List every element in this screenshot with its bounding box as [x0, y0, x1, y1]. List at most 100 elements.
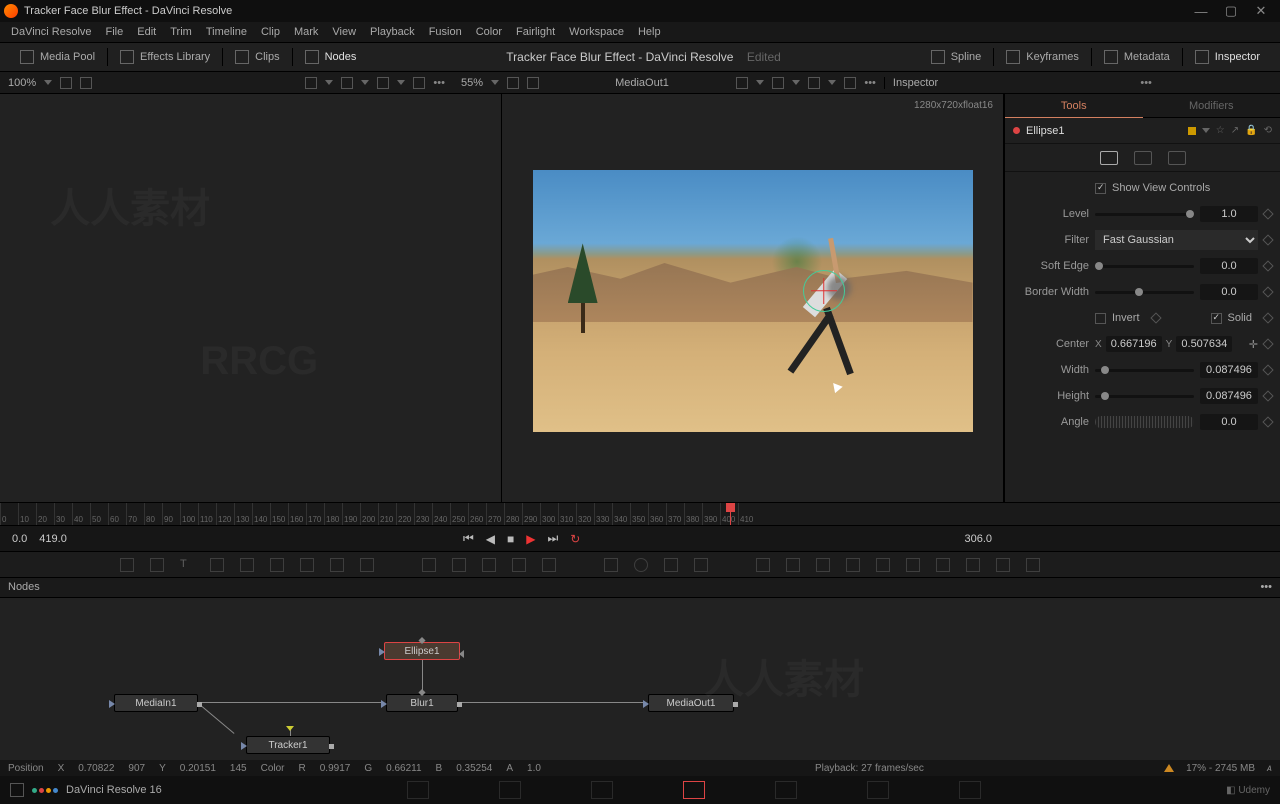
menu-item[interactable]: Help — [631, 26, 668, 38]
menu-item[interactable]: Trim — [163, 26, 199, 38]
tool-icon[interactable] — [906, 558, 920, 572]
ruler-tick[interactable]: 200 — [360, 503, 378, 525]
keyframe-icon[interactable] — [1262, 390, 1273, 401]
nodes-flow[interactable]: MediaIn1 Tracker1 Ellipse1 Blur1 MediaOu… — [0, 598, 1280, 760]
keyframe-icon[interactable] — [1262, 234, 1273, 245]
ruler-tick[interactable]: 0 — [0, 503, 18, 525]
level-slider[interactable] — [1095, 213, 1194, 216]
ruler-tick[interactable]: 190 — [342, 503, 360, 525]
tab-keyframes[interactable]: Keyframes — [996, 50, 1089, 64]
tool-poly-icon[interactable] — [664, 558, 678, 572]
tool-icon[interactable] — [210, 558, 224, 572]
tool-icon[interactable] — [120, 558, 134, 572]
ruler-tick[interactable]: 120 — [216, 503, 234, 525]
image-tab-icon[interactable] — [1134, 151, 1152, 165]
ruler-tick[interactable]: 330 — [594, 503, 612, 525]
step-back-button[interactable]: ◀ — [486, 532, 495, 546]
viewer-grid-icon[interactable] — [736, 77, 748, 89]
tab-metadata[interactable]: Metadata — [1094, 50, 1180, 64]
viewer-channel-icon[interactable] — [772, 77, 784, 89]
ruler-tick[interactable]: 230 — [414, 503, 432, 525]
tool-icon[interactable] — [816, 558, 830, 572]
tab-media-pool[interactable]: Media Pool — [10, 43, 105, 71]
ruler-tick[interactable]: 60 — [108, 503, 126, 525]
ruler-tick[interactable]: 50 — [90, 503, 108, 525]
tool-icon[interactable] — [756, 558, 770, 572]
keyframe-icon[interactable] — [1262, 286, 1273, 297]
viewer-opt-icon[interactable] — [80, 77, 92, 89]
ruler-tick[interactable]: 10 — [18, 503, 36, 525]
ruler-tick[interactable]: 350 — [630, 503, 648, 525]
right-viewer[interactable]: 1280x720xfloat16 — [502, 94, 1004, 502]
menu-item[interactable]: Workspace — [562, 26, 631, 38]
settings-tab-icon[interactable] — [1168, 151, 1186, 165]
ruler-tick[interactable]: 380 — [684, 503, 702, 525]
right-viewer-zoom[interactable]: 55% — [461, 77, 483, 89]
center-x-value[interactable]: 0.667196 — [1106, 336, 1162, 352]
chevron-down-icon[interactable] — [792, 80, 800, 85]
chevron-down-icon[interactable] — [325, 80, 333, 85]
tool-icon[interactable] — [936, 558, 950, 572]
tool-icon[interactable] — [786, 558, 800, 572]
left-viewer-zoom[interactable]: 100% — [8, 77, 36, 89]
tool-icon[interactable] — [512, 558, 526, 572]
ruler-tick[interactable]: 110 — [198, 503, 216, 525]
tool-text-icon[interactable]: T — [180, 558, 194, 572]
page-fusion[interactable] — [683, 781, 705, 799]
ruler-tick[interactable]: 270 — [486, 503, 504, 525]
home-button[interactable] — [10, 783, 24, 797]
chevron-down-icon[interactable] — [361, 80, 369, 85]
border-width-value[interactable]: 0.0 — [1200, 284, 1258, 300]
ruler-tick[interactable]: 180 — [324, 503, 342, 525]
tab-spline[interactable]: Spline — [921, 50, 992, 64]
invert-checkbox[interactable] — [1095, 313, 1106, 324]
ruler-tick[interactable]: 150 — [270, 503, 288, 525]
tool-icon[interactable] — [452, 558, 466, 572]
goto-end-button[interactable]: ⏭ — [547, 531, 558, 546]
current-frame[interactable]: 306.0 — [964, 533, 992, 545]
chevron-down-icon[interactable] — [397, 80, 405, 85]
ruler-tick[interactable]: 130 — [234, 503, 252, 525]
ruler-tick[interactable]: 140 — [252, 503, 270, 525]
ruler-tick[interactable]: 170 — [306, 503, 324, 525]
menu-item[interactable]: Clip — [254, 26, 287, 38]
tab-effects-library[interactable]: Effects Library — [110, 43, 220, 71]
playhead[interactable] — [730, 503, 731, 525]
play-button[interactable]: ▶ — [526, 532, 535, 546]
keyframe-icon[interactable] — [1262, 416, 1273, 427]
ruler-tick[interactable]: 210 — [378, 503, 396, 525]
node-color-swatch[interactable] — [1188, 127, 1196, 135]
version-icon[interactable]: ↗ — [1231, 125, 1239, 136]
chevron-down-icon[interactable] — [491, 80, 499, 85]
chevron-down-icon[interactable] — [828, 80, 836, 85]
warning-icon[interactable] — [1164, 764, 1174, 772]
lock-icon[interactable]: 🔒 — [1245, 125, 1257, 136]
ruler-tick[interactable]: 100 — [180, 503, 198, 525]
menu-item[interactable]: View — [325, 26, 363, 38]
ruler-tick[interactable]: 340 — [612, 503, 630, 525]
ruler-tick[interactable]: 160 — [288, 503, 306, 525]
tool-icon[interactable] — [270, 558, 284, 572]
viewer-1up-icon[interactable] — [413, 77, 425, 89]
chevron-down-icon[interactable] — [1202, 128, 1210, 133]
level-value[interactable]: 1.0 — [1200, 206, 1258, 222]
keyframe-icon[interactable] — [1262, 364, 1273, 375]
ruler-tick[interactable]: 90 — [162, 503, 180, 525]
tab-clips[interactable]: Clips — [225, 43, 289, 71]
border-width-slider[interactable] — [1095, 291, 1194, 294]
pin-icon[interactable]: ☆ — [1216, 125, 1225, 136]
ruler-tick[interactable]: 280 — [504, 503, 522, 525]
menu-item[interactable]: Mark — [287, 26, 325, 38]
ruler-tick[interactable]: 70 — [126, 503, 144, 525]
soft-edge-value[interactable]: 0.0 — [1200, 258, 1258, 274]
filter-select[interactable]: Fast Gaussian — [1095, 230, 1258, 250]
tool-icon[interactable] — [996, 558, 1010, 572]
node-mediaout1[interactable]: MediaOut1 — [648, 694, 734, 712]
viewer-split-icon[interactable] — [377, 77, 389, 89]
reset-icon[interactable]: ⟲ — [1264, 125, 1272, 136]
page-media[interactable] — [407, 781, 429, 799]
ruler-tick[interactable]: 250 — [450, 503, 468, 525]
viewer-channel-icon[interactable] — [341, 77, 353, 89]
menu-item[interactable]: Timeline — [199, 26, 254, 38]
ruler-tick[interactable]: 320 — [576, 503, 594, 525]
